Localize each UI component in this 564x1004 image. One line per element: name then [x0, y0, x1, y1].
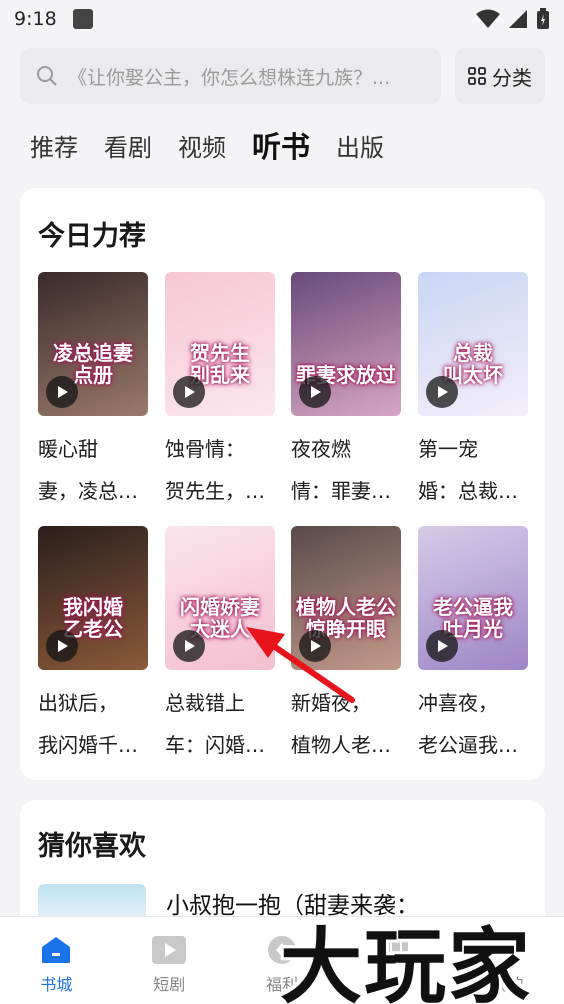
signal-icon [509, 10, 527, 28]
watermark: 大玩家 [280, 920, 533, 1004]
tab-video[interactable]: 视频 [178, 128, 226, 163]
play-icon[interactable] [426, 376, 458, 408]
book-title-line: 婚：总裁… [418, 479, 518, 503]
status-icons [476, 8, 550, 30]
grid-icon [468, 67, 486, 85]
book-title-line: 我闪婚千… [38, 733, 138, 757]
book-title[interactable]: 第一宠婚：总裁… [418, 428, 538, 512]
home-icon [42, 937, 71, 963]
search-row: 《让你娶公主，你怎么想株连九族？... 分类 [20, 48, 545, 104]
book-title[interactable]: 新婚夜， 植物人老… [291, 682, 411, 766]
nav-label: 书城 [40, 975, 73, 994]
status-bar: 9:18 [0, 0, 564, 38]
tab-audiobook[interactable]: 听书 [252, 124, 310, 166]
book-title-line: 蚀骨情： [165, 437, 245, 461]
book-title-line: 植物人老… [291, 733, 391, 757]
tab-recommend[interactable]: 推荐 [30, 128, 78, 163]
book-title-line: 新婚夜， [291, 691, 371, 715]
battery-icon [537, 8, 549, 29]
book-title[interactable]: 蚀骨情： 贺先生，… [165, 428, 285, 512]
book-cover[interactable]: 贺先生 别乱来 [165, 272, 275, 416]
book-title-line: 冲喜夜， [418, 691, 498, 715]
play-icon[interactable] [46, 376, 78, 408]
play-icon[interactable] [299, 630, 331, 662]
book-item[interactable]: 罪妻求放过夜夜燃情：罪妻… [291, 272, 401, 512]
book-title[interactable]: 总裁错上车：闪婚… [165, 682, 285, 766]
wifi-icon [476, 9, 500, 28]
book-title[interactable]: 冲喜夜， 老公逼我… [418, 682, 538, 766]
book-item[interactable]: 凌总追妻 点册暖心甜妻，凌总… [38, 272, 148, 512]
book-cover[interactable]: 罪妻求放过 [291, 272, 401, 416]
tab-publish[interactable]: 出版 [336, 128, 384, 163]
nav-bookstore[interactable]: 书城 [0, 917, 113, 1004]
category-label: 分类 [492, 65, 532, 90]
book-title-line: 情：罪妻… [291, 479, 391, 503]
play-icon[interactable] [426, 630, 458, 662]
play-icon[interactable] [173, 376, 205, 408]
category-button[interactable]: 分类 [455, 48, 545, 104]
book-item[interactable]: 贺先生 别乱来蚀骨情： 贺先生，… [165, 272, 275, 512]
book-cover[interactable]: 闪婚娇妻 太迷人 [165, 526, 275, 670]
channel-tabs: 推荐 看剧 视频 听书 出版 [30, 124, 384, 166]
nav-label: 短剧 [153, 975, 186, 994]
book-item[interactable]: 总裁 叫太坏第一宠婚：总裁… [418, 272, 528, 512]
book-title-line: 车：闪婚… [165, 733, 265, 757]
book-title-line: 妻，凌总… [38, 479, 138, 503]
book-item[interactable]: 植物人老公 惊睁开眼新婚夜， 植物人老… [291, 526, 401, 766]
book-item[interactable]: 闪婚娇妻 太迷人总裁错上车：闪婚… [165, 526, 275, 766]
book-title-line: 老公逼我… [418, 733, 518, 757]
search-icon [37, 66, 57, 86]
book-cover[interactable]: 植物人老公 惊睁开眼 [291, 526, 401, 670]
today-picks-card: 今日力荐 凌总追妻 点册 暖心甜 妻，凌总… 贺先生 别乱来 蚀骨情： 贺先生，… 罪妻求放… [20, 188, 545, 780]
book-title-line: 暖心甜 [38, 437, 98, 461]
search-placeholder: 《让你娶公主，你怎么想株连九族？... [68, 66, 391, 89]
tab-drama[interactable]: 看剧 [104, 128, 152, 163]
section-title: 今日力荐 [38, 221, 146, 252]
book-title[interactable]: 夜夜燃情：罪妻… [291, 428, 411, 512]
book-title[interactable]: 出狱后， 我闪婚千… [38, 682, 158, 766]
book-item[interactable]: 我闪婚 乙老公出狱后， 我闪婚千… [38, 526, 148, 766]
book-title[interactable]: 暖心甜妻，凌总… [38, 428, 158, 512]
book-item[interactable]: 老公逼我 吐月光冲喜夜， 老公逼我… [418, 526, 528, 766]
app-notification-icon [72, 9, 93, 29]
play-icon[interactable] [299, 376, 331, 408]
book-title-line: 贺先生，… [165, 479, 265, 503]
book-title-line: 出狱后， [38, 691, 118, 715]
book-title-line: 总裁错上 [165, 691, 245, 715]
nav-short-drama[interactable]: 短剧 [113, 917, 226, 1004]
book-cover[interactable]: 老公逼我 吐月光 [418, 526, 528, 670]
book-cover[interactable]: 总裁 叫太坏 [418, 272, 528, 416]
status-time: 9:18 [14, 8, 57, 30]
book-cover[interactable]: 我闪婚 乙老公 [38, 526, 148, 670]
play-icon[interactable] [173, 630, 205, 662]
play-box-icon [152, 936, 187, 964]
book-cover[interactable]: 凌总追妻 点册 [38, 272, 148, 416]
section-title-guess: 猜你喜欢 [38, 831, 146, 862]
search-input[interactable]: 《让你娶公主，你怎么想株连九族？... [20, 48, 441, 104]
play-icon[interactable] [46, 630, 78, 662]
book-title-line: 夜夜燃 [291, 437, 351, 461]
book-title-line: 第一宠 [418, 437, 478, 461]
